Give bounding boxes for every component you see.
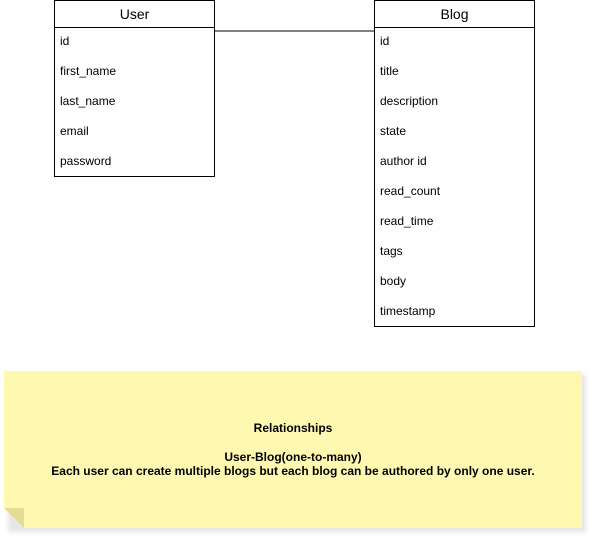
blog-field-body[interactable]: body — [375, 268, 534, 298]
blog-field-state[interactable]: state — [375, 118, 534, 148]
blog-field-author-id[interactable]: author id — [375, 148, 534, 178]
blog-field-title[interactable]: title — [375, 58, 534, 88]
note-description: Each user can create multiple blogs but … — [51, 464, 535, 478]
user-field-first-name[interactable]: first_name — [55, 58, 214, 88]
note-title: Relationships — [253, 421, 333, 435]
blog-field-timestamp[interactable]: timestamp — [375, 298, 534, 328]
blog-field-read-time[interactable]: read_time — [375, 208, 534, 238]
user-entity-table[interactable]: User id first_name last_name email passw… — [54, 0, 215, 177]
user-entity-title[interactable]: User — [55, 1, 214, 28]
note-relationship: User-Blog(one-to-many) — [224, 450, 362, 464]
blog-field-read-count[interactable]: read_count — [375, 178, 534, 208]
user-field-password[interactable]: password — [55, 148, 214, 178]
relationships-note-text: Relationships User-Blog(one-to-many) Eac… — [4, 371, 582, 528]
blog-entity-title[interactable]: Blog — [375, 1, 534, 28]
blog-entity-table[interactable]: Blog id title description state author i… — [374, 0, 535, 327]
blog-field-list: id title description state author id rea… — [375, 28, 534, 328]
blog-field-id[interactable]: id — [375, 28, 534, 58]
blog-field-tags[interactable]: tags — [375, 238, 534, 268]
user-field-last-name[interactable]: last_name — [55, 88, 214, 118]
user-field-list: id first_name last_name email password — [55, 28, 214, 178]
user-field-id[interactable]: id — [55, 28, 214, 58]
user-field-email[interactable]: email — [55, 118, 214, 148]
blog-field-description[interactable]: description — [375, 88, 534, 118]
